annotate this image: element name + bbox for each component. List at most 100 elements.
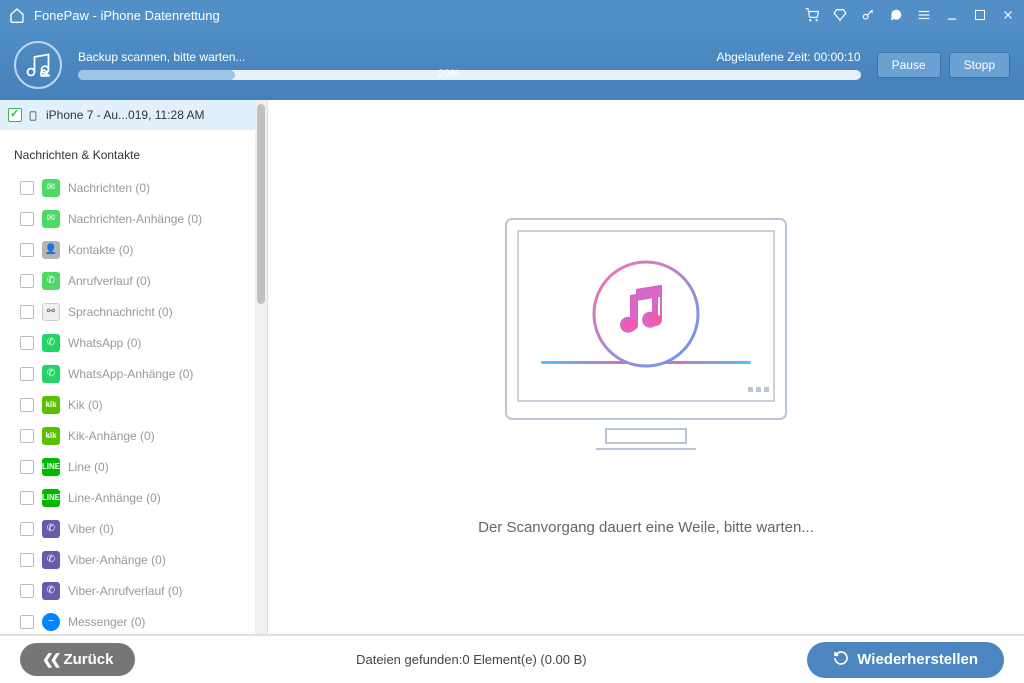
- line-icon: LINE: [42, 458, 60, 476]
- item-label: Sprachnachricht (0): [68, 305, 173, 319]
- item-label: Anrufverlauf (0): [68, 274, 151, 288]
- close-icon[interactable]: [1000, 7, 1016, 23]
- key-icon[interactable]: [860, 7, 876, 23]
- item-checkbox[interactable]: [20, 553, 34, 567]
- item-label: Line (0): [68, 460, 109, 474]
- scan-status-label: Backup scannen, bitte warten...: [78, 50, 245, 64]
- speech-icon[interactable]: [888, 7, 904, 23]
- item-checkbox[interactable]: [20, 367, 34, 381]
- scan-circle-icon: [14, 41, 62, 89]
- item-label: Nachrichten-Anhänge (0): [68, 212, 202, 226]
- line-icon: LINE: [42, 489, 60, 507]
- item-checkbox[interactable]: [20, 429, 34, 443]
- menu-icon[interactable]: [916, 7, 932, 23]
- item-checkbox[interactable]: [20, 243, 34, 257]
- device-label: iPhone 7 - Au...019, 11:28 AM: [46, 108, 205, 122]
- section-title-messages-contacts: Nachrichten & Kontakte: [0, 130, 255, 172]
- sidebar-item[interactable]: ⚯ Sprachnachricht (0): [0, 296, 255, 327]
- item-label: Viber-Anhänge (0): [68, 553, 166, 567]
- elapsed-time-label: Abgelaufene Zeit: 00:00:10: [716, 50, 860, 64]
- sidebar-item[interactable]: ✆ Anrufverlauf (0): [0, 265, 255, 296]
- sidebar-item[interactable]: 👤 Kontakte (0): [0, 234, 255, 265]
- footer: ❮❮ Zurück Dateien gefunden:0 Element(e) …: [0, 635, 1024, 683]
- item-label: Messenger (0): [68, 615, 145, 629]
- item-checkbox[interactable]: [20, 522, 34, 536]
- progress-header: Backup scannen, bitte warten... Abgelauf…: [0, 30, 1024, 100]
- viber-icon: ✆: [42, 551, 60, 569]
- phone-icon: [28, 109, 40, 121]
- sidebar-item[interactable]: LINE Line-Anhänge (0): [0, 482, 255, 513]
- messages-icon: ✉: [42, 179, 60, 197]
- item-checkbox[interactable]: [20, 336, 34, 350]
- app-title: FonePaw - iPhone Datenrettung: [34, 8, 804, 23]
- refresh-icon: [833, 650, 849, 670]
- item-label: Line-Anhänge (0): [68, 491, 161, 505]
- sidebar-scrollbar[interactable]: [255, 100, 267, 634]
- device-row[interactable]: iPhone 7 - Au...019, 11:28 AM: [0, 100, 255, 130]
- sidebar-item[interactable]: LINE Line (0): [0, 451, 255, 482]
- item-checkbox[interactable]: [20, 212, 34, 226]
- sidebar-item[interactable]: ✆ Viber-Anhänge (0): [0, 544, 255, 575]
- calls-icon: ✆: [42, 272, 60, 290]
- sidebar-item[interactable]: ✆Viber (0): [0, 513, 255, 544]
- item-label: Kik (0): [68, 398, 103, 412]
- contacts-icon: 👤: [42, 241, 60, 259]
- item-checkbox[interactable]: [20, 274, 34, 288]
- progress-center: Backup scannen, bitte warten... Abgelauf…: [78, 50, 861, 80]
- back-button[interactable]: ❮❮ Zurück: [20, 643, 135, 676]
- scrollbar-thumb[interactable]: [257, 104, 265, 304]
- sidebar-item[interactable]: ~ Messenger (0): [0, 606, 255, 634]
- whatsapp-icon: ✆: [42, 365, 60, 383]
- monitor-illustration: [486, 199, 806, 479]
- titlebar: FonePaw - iPhone Datenrettung: [0, 0, 1024, 30]
- sidebar: iPhone 7 - Au...019, 11:28 AM Nachrichte…: [0, 100, 268, 634]
- kik-icon: kik: [42, 396, 60, 414]
- item-label: Nachrichten (0): [68, 181, 150, 195]
- maximize-icon[interactable]: [972, 7, 988, 23]
- viber-icon: ✆: [42, 582, 60, 600]
- restore-button[interactable]: Wiederherstellen: [807, 642, 1004, 678]
- back-label: Zurück: [63, 651, 113, 668]
- item-label: Kik-Anhänge (0): [68, 429, 155, 443]
- sidebar-item[interactable]: ✆ WhatsApp (0): [0, 327, 255, 358]
- item-checkbox[interactable]: [20, 181, 34, 195]
- item-checkbox[interactable]: [20, 398, 34, 412]
- content-area: Der Scanvorgang dauert eine Weile, bitte…: [268, 100, 1024, 634]
- scan-message: Der Scanvorgang dauert eine Weile, bitte…: [478, 519, 814, 536]
- sidebar-item[interactable]: ✉ Nachrichten (0): [0, 172, 255, 203]
- voicemail-icon: ⚯: [42, 303, 60, 321]
- pause-button[interactable]: Pause: [877, 52, 941, 78]
- item-checkbox[interactable]: [20, 460, 34, 474]
- progress-bar: 20%: [78, 70, 861, 80]
- device-checkbox[interactable]: [8, 108, 22, 122]
- sidebar-item[interactable]: ✉ Nachrichten-Anhänge (0): [0, 203, 255, 234]
- sidebar-item[interactable]: kikKik-Anhänge (0): [0, 420, 255, 451]
- files-found-status: Dateien gefunden:0 Element(e) (0.00 B): [135, 652, 807, 667]
- progress-bar-fill: [78, 70, 235, 80]
- item-checkbox[interactable]: [20, 615, 34, 629]
- item-label: Kontakte (0): [68, 243, 133, 257]
- item-checkbox[interactable]: [20, 305, 34, 319]
- sidebar-item[interactable]: ✆ Viber-Anrufverlauf (0): [0, 575, 255, 606]
- stop-button[interactable]: Stopp: [949, 52, 1010, 78]
- sidebar-item[interactable]: ✆ WhatsApp-Anhänge (0): [0, 358, 255, 389]
- cart-icon[interactable]: [804, 7, 820, 23]
- diamond-icon[interactable]: [832, 7, 848, 23]
- item-label: Viber-Anrufverlauf (0): [68, 584, 183, 598]
- minimize-icon[interactable]: [944, 7, 960, 23]
- messenger-icon: ~: [42, 613, 60, 631]
- item-checkbox[interactable]: [20, 584, 34, 598]
- title-controls: [804, 7, 1016, 23]
- restore-label: Wiederherstellen: [857, 651, 978, 668]
- sidebar-item[interactable]: kik Kik (0): [0, 389, 255, 420]
- whatsapp-icon: ✆: [42, 334, 60, 352]
- item-label: Viber (0): [68, 522, 114, 536]
- progress-percent: 20%: [438, 68, 460, 80]
- item-label: WhatsApp-Anhänge (0): [68, 367, 193, 381]
- item-checkbox[interactable]: [20, 491, 34, 505]
- chevron-left-icon: ❮❮: [42, 651, 57, 668]
- home-icon[interactable]: [8, 6, 26, 24]
- main-body: iPhone 7 - Au...019, 11:28 AM Nachrichte…: [0, 100, 1024, 635]
- item-label: WhatsApp (0): [68, 336, 141, 350]
- messages-icon: ✉: [42, 210, 60, 228]
